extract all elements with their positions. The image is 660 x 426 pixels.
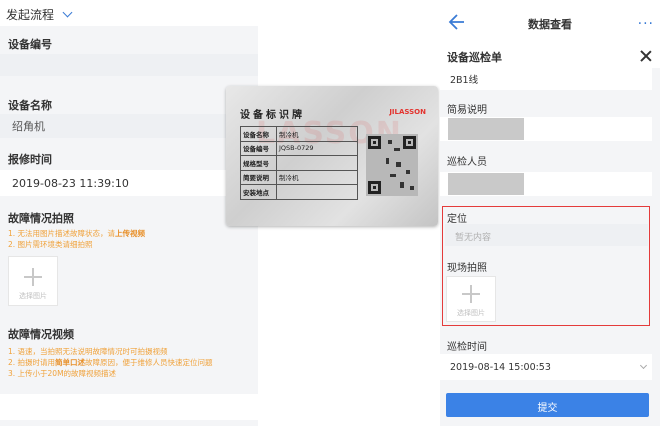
hint-line: 1. 无法用图片描述故障状态，请上传视频 [8,229,146,238]
fault-photo-upload[interactable]: 选择图片 [8,256,58,306]
brief-label: 简易说明 [447,105,487,116]
submit-button[interactable]: 提交 [446,393,649,417]
qr-code-icon [366,134,418,196]
line-value: 2B1线 [450,75,479,86]
device-name-value: 绍角机 [12,120,45,133]
inspect-time-value: 2019-08-14 15:00:53 [450,362,551,373]
device-number-label: 设备编号 [8,38,52,51]
equipment-nameplate-photo: LASSON 设备标识牌 JILASSON 设备名称 制冷机 设备编号 JQSB-0… [226,86,438,226]
inspect-time-field[interactable]: 2019-08-14 15:00:53 [440,354,652,380]
chevron-down-icon[interactable] [62,7,73,18]
device-name-label: 设备名称 [8,99,52,112]
table-row: 安装地点 [240,184,358,200]
close-icon[interactable] [640,50,652,62]
nameplate-table: 设备名称 制冷机 设备编号 JQSB-0729 规格型号 简要说明 制冷机 安装地点 [240,126,358,200]
fault-photo-label: 故障情况拍照 [8,212,74,225]
device-name-field[interactable]: 绍角机 [0,114,258,138]
nav-bar: 数据查看 ··· [440,0,660,46]
report-time-field[interactable]: 2019-08-23 11:39:10 [0,170,258,196]
hint-line: 2. 拍摄时请用简单口述故障原因，便于维修人员快速定位问题 [8,358,213,367]
upload-caption: 选择图片 [19,292,47,300]
table-row: 简要说明 制冷机 [240,169,358,185]
inspect-time-label: 巡检时间 [447,342,487,353]
hint-line: 3. 上传小于20M的故障视频描述 [8,369,117,378]
nav-title: 数据查看 [528,18,572,31]
report-time-value: 2019-08-23 11:39:10 [12,176,129,190]
highlight-frame [442,206,650,326]
flow-header[interactable]: 发起流程 [0,0,258,26]
fault-video-label: 故障情况视频 [8,328,74,341]
nameplate-brand: JILASSON [389,108,426,116]
fault-video-hints: 1. 语速，当拍照无法说明故障情况时可拍摄视频 2. 拍摄时请用简单口述故障原因… [8,346,258,379]
flow-title: 发起流程 [6,8,55,22]
hint-line: 1. 语速，当拍照无法说明故障情况时可拍摄视频 [8,347,168,356]
inspector-label: 巡检人员 [447,157,487,168]
more-menu-icon[interactable]: ··· [638,16,654,32]
line-field[interactable]: 2B1线 [440,68,652,90]
fault-video-field[interactable] [0,394,258,420]
device-number-field[interactable] [0,54,258,76]
fault-photo-hints: 1. 无法用图片描述故障状态，请上传视频 2. 图片需环境类请细拍照 [8,228,258,250]
panel-title: 设备巡检单 [447,51,502,64]
table-row: 设备名称 制冷机 [240,126,358,142]
redacted-block [448,118,524,140]
hint-line: 2. 图片需环境类请细拍照 [8,240,93,249]
nameplate-title: 设备标识牌 [240,110,305,121]
report-time-label: 报修时间 [8,153,52,166]
table-row: 设备编号 JQSB-0729 [240,140,358,156]
left-form-screen: 发起流程 设备编号 设备名称 绍角机 报修时间 2019-08-23 11:39… [0,0,258,426]
panel-header: 设备巡检单 [440,46,660,68]
chevron-down-icon [639,361,648,370]
redacted-block [448,173,524,195]
table-row: 规格型号 [240,155,358,171]
